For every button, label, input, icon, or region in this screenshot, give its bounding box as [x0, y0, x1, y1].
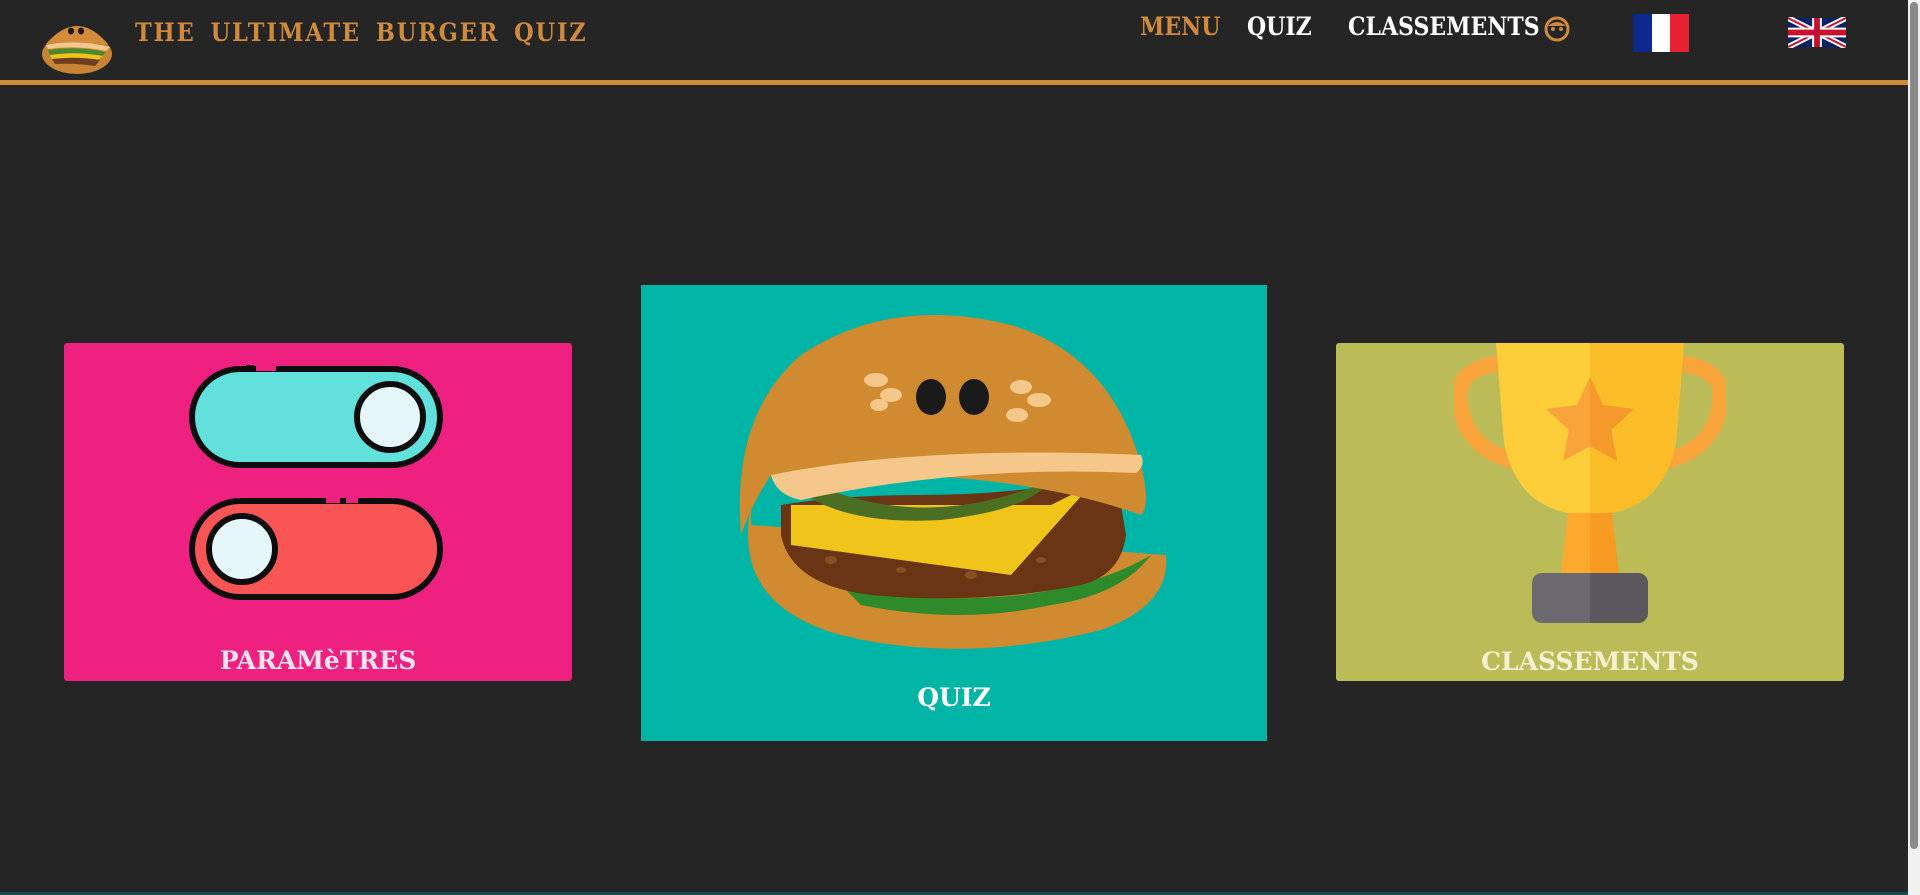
toggle-switches-icon: [189, 363, 443, 600]
user-face-icon[interactable]: [1543, 15, 1571, 43]
classements-card[interactable]: CLASSEMENTS: [1336, 343, 1844, 681]
parametres-label: PARAMèTRES: [219, 646, 417, 675]
header: THE ULTIMATE BURGER QUIZ MENU QUIZ CLASS…: [0, 0, 1908, 85]
france-flag-icon[interactable]: [1633, 14, 1689, 52]
quiz-card[interactable]: QUIZ: [641, 285, 1267, 741]
vertical-scrollbar[interactable]: [1908, 0, 1920, 895]
quiz-label: QUIZ: [917, 683, 991, 712]
burger-logo-icon[interactable]: [40, 14, 114, 76]
scrollbar-thumb[interactable]: [1910, 2, 1918, 849]
parametres-card[interactable]: PARAMèTRES: [64, 343, 572, 681]
uk-flag-icon[interactable]: [1788, 17, 1846, 48]
trophy-icon: [1454, 343, 1726, 623]
classements-label: CLASSEMENTS: [1481, 647, 1699, 676]
nav-classements-link[interactable]: CLASSEMENTS: [1348, 12, 1540, 41]
nav-quiz-link[interactable]: QUIZ: [1247, 12, 1312, 41]
nav-menu-link[interactable]: MENU: [1140, 12, 1220, 41]
site-title[interactable]: THE ULTIMATE BURGER QUIZ: [135, 18, 588, 47]
page: THE ULTIMATE BURGER QUIZ MENU QUIZ CLASS…: [0, 0, 1920, 895]
burger-icon: [739, 315, 1167, 649]
